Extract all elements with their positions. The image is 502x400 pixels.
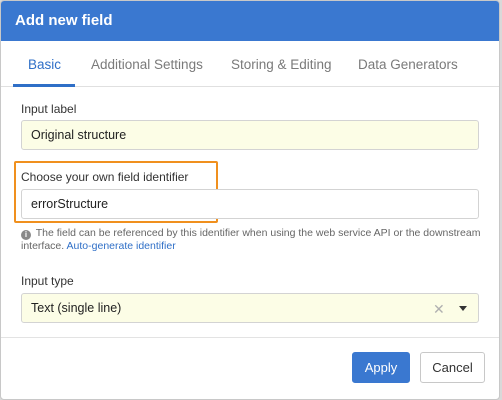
input-type-select[interactable]: Text (single line) [21, 293, 479, 323]
input-label-caption: Input label [21, 102, 77, 116]
identifier-help: i The field can be referenced by this id… [21, 227, 481, 253]
clear-icon[interactable]: ✕ [433, 301, 445, 318]
field-identifier-input[interactable]: errorStructure [21, 189, 479, 219]
tab-bar: Basic Additional Settings Storing & Edit… [1, 41, 499, 87]
dialog-title: Add new field [1, 1, 499, 41]
apply-button[interactable]: Apply [352, 352, 410, 383]
input-type-caption: Input type [21, 274, 74, 288]
tab-basic[interactable]: Basic [28, 57, 61, 72]
cancel-button[interactable]: Cancel [420, 352, 485, 383]
field-identifier-caption: Choose your own field identifier [21, 170, 189, 184]
tab-storing-editing[interactable]: Storing & Editing [231, 57, 332, 72]
input-label-field[interactable]: Original structure [21, 120, 479, 150]
footer-divider [1, 337, 499, 338]
info-icon: i [21, 230, 31, 240]
tab-additional-settings[interactable]: Additional Settings [91, 57, 203, 72]
tab-data-generators[interactable]: Data Generators [358, 57, 458, 72]
caret-down-icon[interactable] [459, 306, 467, 311]
auto-generate-identifier-link[interactable]: Auto-generate identifier [67, 240, 176, 252]
active-tab-indicator [13, 84, 75, 87]
add-field-dialog: Add new field Basic Additional Settings … [0, 0, 500, 400]
